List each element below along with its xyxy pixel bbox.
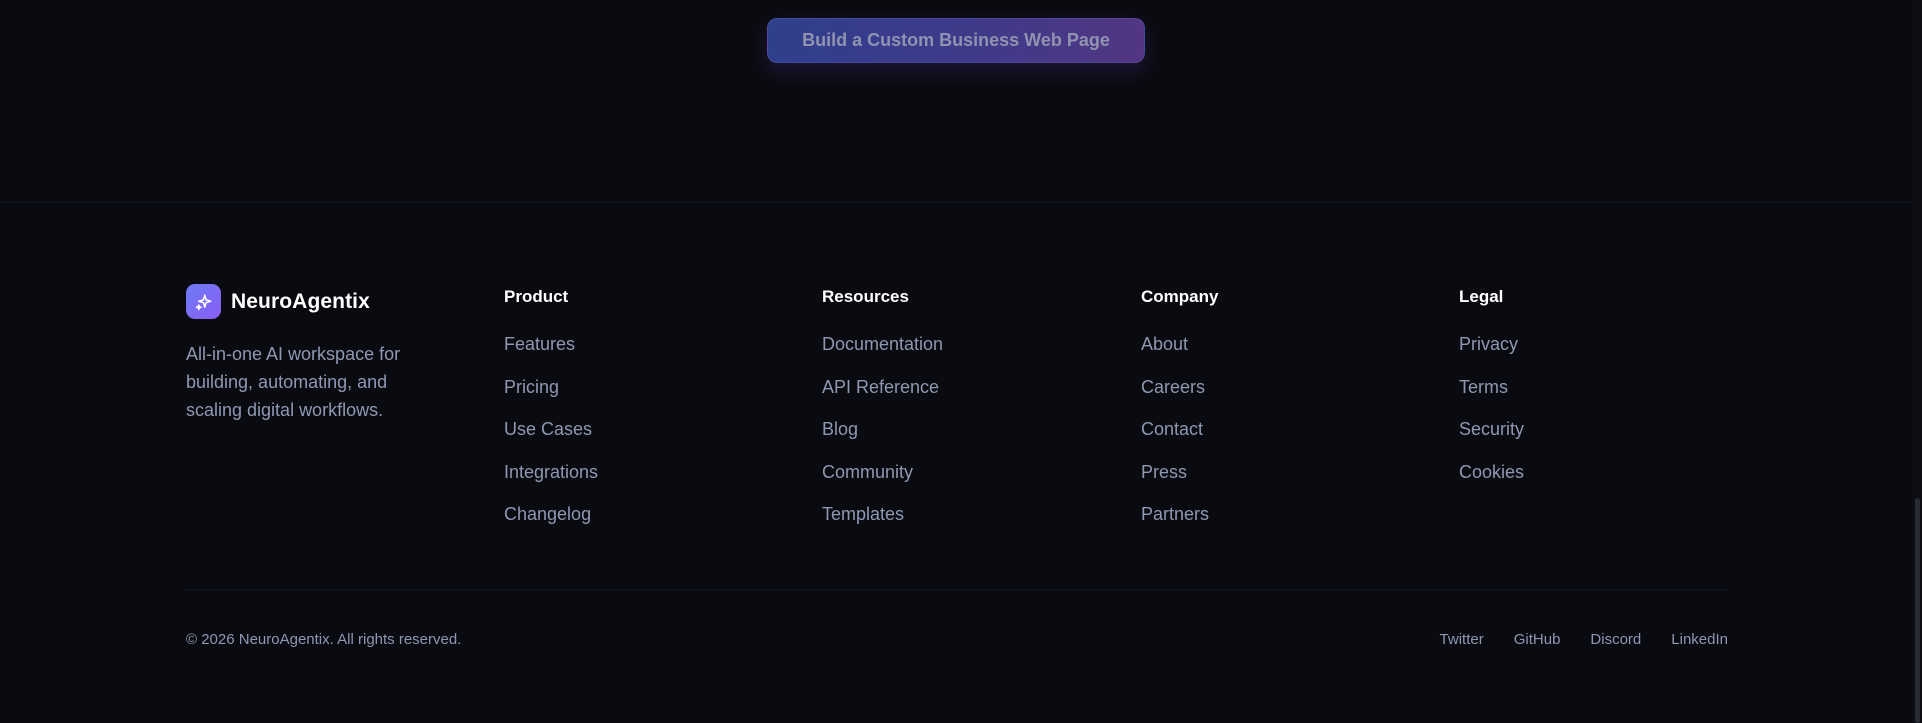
footer-column-company: Company About Careers Contact Press Part… [1141, 286, 1218, 544]
footer-column-product: Product Features Pricing Use Cases Integ… [504, 286, 598, 544]
footer-link-features[interactable]: Features [504, 334, 575, 354]
footer-link-pricing[interactable]: Pricing [504, 377, 559, 397]
footer-link-security[interactable]: Security [1459, 419, 1524, 439]
cta-section: Build a Custom Business Web Page [0, 18, 1912, 63]
footer-link-terms[interactable]: Terms [1459, 377, 1508, 397]
footer-link-changelog[interactable]: Changelog [504, 504, 591, 524]
link-list: Privacy Terms Security Cookies [1459, 331, 1524, 501]
social-links: Twitter GitHub Discord LinkedIn [1410, 630, 1728, 650]
link-list: Documentation API Reference Blog Communi… [822, 331, 943, 544]
footer-bottom-divider [186, 589, 1728, 590]
link-list: About Careers Contact Press Partners [1141, 331, 1218, 544]
column-title: Resources [822, 287, 909, 306]
footer-link-about[interactable]: About [1141, 334, 1188, 354]
column-title: Product [504, 287, 569, 306]
footer-column-resources: Resources Documentation API Reference Bl… [822, 286, 943, 544]
footer-link-contact[interactable]: Contact [1141, 419, 1203, 439]
footer-brand[interactable]: NeuroAgentix [186, 284, 370, 319]
build-custom-page-button[interactable]: Build a Custom Business Web Page [767, 18, 1145, 63]
footer-link-use-cases[interactable]: Use Cases [504, 419, 592, 439]
social-link-discord[interactable]: Discord [1590, 630, 1641, 650]
page: Build a Custom Business Web Page NeuroAg… [0, 0, 1922, 723]
footer-link-press[interactable]: Press [1141, 462, 1187, 482]
footer-link-careers[interactable]: Careers [1141, 377, 1205, 397]
column-title: Legal [1459, 287, 1504, 306]
social-link-linkedin[interactable]: LinkedIn [1671, 630, 1728, 650]
link-list: Features Pricing Use Cases Integrations … [504, 331, 598, 544]
footer-link-privacy[interactable]: Privacy [1459, 334, 1518, 354]
social-link-github[interactable]: GitHub [1514, 630, 1561, 650]
footer-top-divider [0, 202, 1912, 203]
sparkle-icon [186, 284, 221, 319]
footer-link-documentation[interactable]: Documentation [822, 334, 943, 354]
brand-name: NeuroAgentix [231, 289, 370, 313]
social-link-twitter[interactable]: Twitter [1440, 630, 1484, 650]
footer-link-partners[interactable]: Partners [1141, 504, 1209, 524]
copyright-text: © 2026 NeuroAgentix. All rights reserved… [186, 631, 462, 648]
footer-link-cookies[interactable]: Cookies [1459, 462, 1524, 482]
footer-link-blog[interactable]: Blog [822, 419, 858, 439]
footer-link-community[interactable]: Community [822, 462, 913, 482]
page-scrollbar[interactable] [1912, 0, 1922, 723]
footer-link-templates[interactable]: Templates [822, 504, 904, 524]
footer-link-api-reference[interactable]: API Reference [822, 377, 939, 397]
column-title: Company [1141, 287, 1219, 306]
brand-description: All-in-one AI workspace for building, au… [186, 344, 401, 420]
scrollbar-thumb[interactable] [1915, 498, 1920, 723]
footer-column-legal: Legal Privacy Terms Security Cookies [1459, 286, 1524, 501]
footer-link-integrations[interactable]: Integrations [504, 462, 598, 482]
